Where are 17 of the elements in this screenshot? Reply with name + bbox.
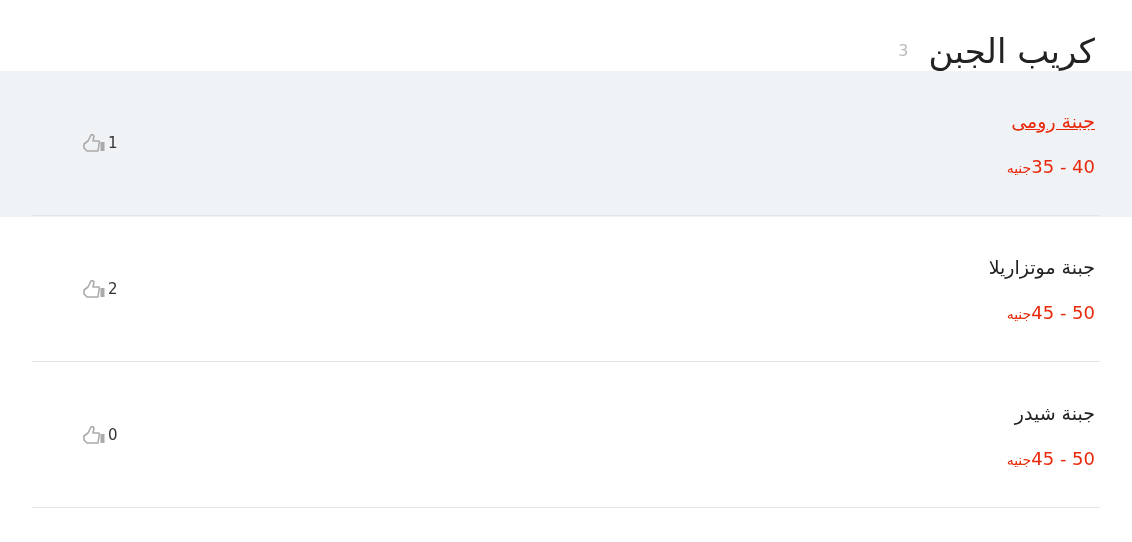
thumbs-up-icon[interactable] [82,424,106,446]
item-price: 35 - 40 [1031,155,1095,177]
currency-label: جنيه [1006,451,1032,468]
item-name[interactable]: جبنة موتزاريلا [988,255,1095,278]
item-price: 45 - 50 [1031,447,1095,469]
item-count: 3 [898,41,909,60]
item-name[interactable]: جبنة شيدر [1006,401,1095,424]
section-title: كريب الجبن [928,30,1095,71]
thumbs-up-icon[interactable] [82,132,106,154]
like-count: 0 [108,426,118,444]
thumbs-up-icon[interactable] [82,278,106,300]
currency-label: جنيه [1006,305,1032,322]
like-count: 2 [108,280,118,298]
like-count: 1 [108,134,118,152]
currency-label: جنيه [1006,159,1032,176]
item-name[interactable]: جبنة رومى [1006,109,1095,132]
item-price: 45 - 50 [1031,301,1095,323]
